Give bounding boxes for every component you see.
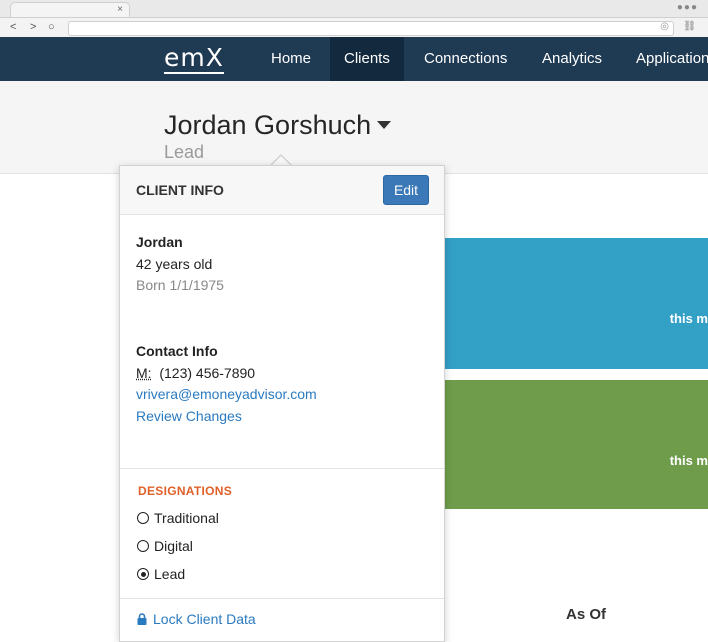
radio-digital[interactable] xyxy=(137,540,149,552)
window-controls-icon[interactable]: ●●● xyxy=(677,2,698,13)
designation-label: Digital xyxy=(154,538,193,554)
popover-header: CLIENT INFO Edit xyxy=(120,166,444,215)
designation-label: Lead xyxy=(154,566,186,582)
review-changes-link[interactable]: Review Changes xyxy=(136,406,242,426)
back-icon[interactable]: < xyxy=(10,21,16,34)
browser-chrome: × ●●● < > ○ ◎ ⛓ xyxy=(0,0,708,38)
radio-lead[interactable] xyxy=(137,568,149,580)
address-bar[interactable]: ◎ xyxy=(68,21,674,36)
client-birthdate: Born 1/1/1975 xyxy=(136,277,224,293)
lock-label: Lock Client Data xyxy=(153,611,256,627)
email-link[interactable]: vrivera@emoneyadvisor.com xyxy=(136,384,317,404)
designation-digital[interactable]: Digital xyxy=(137,537,193,555)
popover-title: CLIENT INFO xyxy=(136,182,224,198)
emx-logo[interactable]: emX xyxy=(164,45,224,71)
nav-clients[interactable]: Clients xyxy=(330,37,404,81)
designations-heading: DESIGNATIONS xyxy=(138,484,233,498)
phone-row: M: (123) 456-7890 xyxy=(136,363,255,383)
nav-analytics[interactable]: Analytics xyxy=(528,37,616,81)
client-info-popover: CLIENT INFO Edit Jordan 42 years old Bor… xyxy=(119,165,445,642)
caret-down-icon[interactable] xyxy=(377,120,392,129)
top-navbar: emX Home Clients Connections Analytics A… xyxy=(0,37,708,81)
nav-connections[interactable]: Connections xyxy=(410,37,521,81)
lock-client-data-link[interactable]: Lock Client Data xyxy=(137,611,256,627)
client-header: Jordan Gorshuch Lead xyxy=(0,81,708,174)
browser-tab[interactable]: × xyxy=(10,2,130,17)
section-divider xyxy=(120,598,444,599)
as-of-heading: As Of xyxy=(566,606,607,623)
radio-traditional[interactable] xyxy=(137,512,149,524)
logo-underline xyxy=(164,72,224,74)
phone-number: (123) 456-7890 xyxy=(159,365,256,381)
client-name-dropdown[interactable]: Jordan Gorshuch xyxy=(164,109,392,141)
phone-label: M: xyxy=(136,365,152,381)
card-green-text: this m xyxy=(669,453,708,468)
reload-icon[interactable]: ○ xyxy=(48,21,55,34)
client-age: 42 years old xyxy=(136,256,213,272)
browser-toolbar: < > ○ ◎ ⛓ xyxy=(0,17,708,38)
edit-button[interactable]: Edit xyxy=(383,175,429,205)
nav-home[interactable]: Home xyxy=(257,37,325,81)
contact-info-heading: Contact Info xyxy=(136,343,218,359)
designation-label: Traditional xyxy=(154,510,219,526)
globe-icon: ◎ xyxy=(660,21,669,32)
client-first-name: Jordan xyxy=(136,234,183,250)
section-divider xyxy=(120,468,444,469)
client-status: Lead xyxy=(164,142,205,162)
client-name: Jordan Gorshuch xyxy=(164,110,372,140)
extension-icon[interactable]: ⛓ xyxy=(683,21,696,32)
nav-applications[interactable]: Applications xyxy=(622,37,708,81)
tab-close-icon[interactable]: × xyxy=(117,3,123,16)
card-blue-text: this m xyxy=(669,311,708,326)
lock-icon xyxy=(137,613,147,625)
forward-icon[interactable]: > xyxy=(30,21,36,34)
designation-lead[interactable]: Lead xyxy=(137,565,185,583)
designation-traditional[interactable]: Traditional xyxy=(137,509,219,527)
